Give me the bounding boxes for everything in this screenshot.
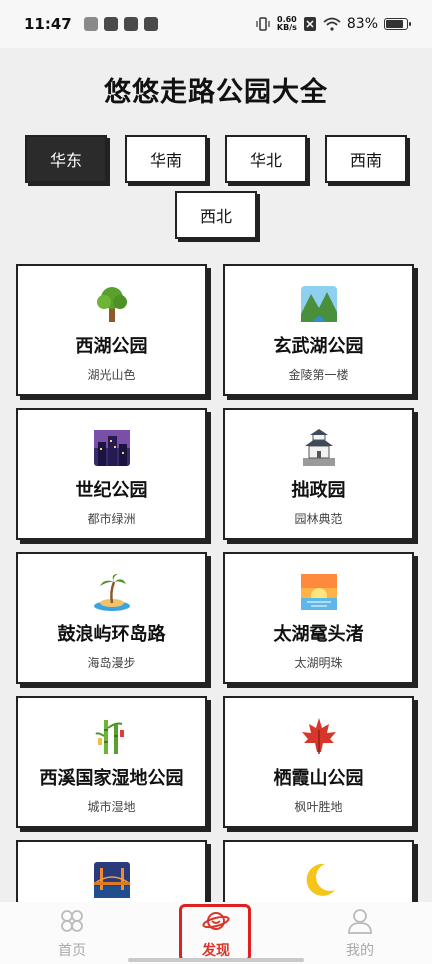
island-icon — [93, 574, 130, 611]
nav-mine[interactable]: 我的 — [320, 908, 400, 960]
park-card[interactable]: 世纪公园 都市绿洲 — [16, 408, 207, 540]
region-tabs: 华东 华南 华北 西南 西北 — [18, 135, 414, 239]
battery-icon — [384, 18, 411, 30]
park-card[interactable]: 太湖鼋头渚 太湖明珠 — [223, 552, 414, 684]
tree-icon — [96, 287, 127, 322]
lake-mountain-icon — [300, 286, 337, 322]
park-card[interactable]: 拙政园 园林典范 — [223, 408, 414, 540]
mail-notification-icon — [143, 17, 158, 31]
status-bar: 11:47 0.60 KB/s 83% — [0, 0, 432, 48]
link-notification-icon — [103, 17, 118, 31]
planet-icon — [202, 912, 230, 930]
park-grid: 西湖公园 湖光山色 玄武湖公园 金陵第一楼 世纪公园 都市绿洲 拙政园 园林典范… — [16, 264, 416, 964]
moon-icon — [306, 863, 335, 896]
park-subtitle: 太湖明珠 — [294, 656, 343, 670]
nav-home[interactable]: 首页 — [32, 908, 112, 960]
nav-home-label: 首页 — [58, 943, 86, 959]
park-name: 鼓浪屿环岛路 — [57, 624, 166, 645]
page-title: 悠悠走路公园大全 — [104, 77, 328, 108]
city-night-icon — [93, 430, 130, 466]
sunrise-icon — [300, 574, 337, 610]
bamboo-icon — [94, 720, 124, 754]
nav-mine-label: 我的 — [346, 943, 374, 959]
nav-discover-label: 发现 — [202, 943, 230, 959]
status-time: 11:47 — [24, 15, 72, 33]
park-name: 西溪国家湿地公园 — [39, 768, 184, 789]
park-subtitle: 都市绿洲 — [87, 512, 136, 526]
vibrate-icon — [256, 17, 270, 31]
park-name: 西湖公园 — [75, 336, 148, 357]
park-name: 拙政园 — [291, 480, 346, 501]
park-subtitle: 金陵第一楼 — [288, 368, 349, 382]
park-subtitle: 城市湿地 — [87, 800, 136, 814]
park-name: 太湖鼋头渚 — [273, 624, 364, 645]
park-name: 栖霞山公园 — [273, 768, 364, 789]
park-subtitle: 园林典范 — [294, 512, 343, 526]
region-tab-huanan[interactable]: 华南 — [125, 135, 207, 183]
user-icon — [348, 909, 372, 934]
region-tab-xibei[interactable]: 西北 — [175, 191, 257, 239]
network-speed: 0.60 KB/s — [276, 15, 297, 32]
castle-icon — [302, 429, 335, 466]
region-tab-xinan[interactable]: 西南 — [325, 135, 407, 183]
bottom-nav: 首页 发现 我的 — [0, 902, 432, 964]
park-subtitle: 枫叶胜地 — [294, 800, 343, 814]
home-indicator[interactable] — [128, 958, 304, 962]
park-card[interactable]: 栖霞山公园 枫叶胜地 — [223, 696, 414, 828]
maple-leaf-icon — [301, 718, 336, 754]
nav-discover[interactable]: 发现 — [176, 908, 256, 960]
park-subtitle: 海岛漫步 — [87, 656, 136, 670]
region-tab-huabei[interactable]: 华北 — [225, 135, 307, 183]
park-card[interactable]: 西溪国家湿地公园 城市湿地 — [16, 696, 207, 828]
park-name: 世纪公园 — [75, 480, 148, 501]
park-card[interactable]: 鼓浪屿环岛路 海岛漫步 — [16, 552, 207, 684]
park-subtitle: 湖光山色 — [87, 368, 136, 382]
app-notification-icon — [83, 17, 98, 31]
wifi-icon — [323, 17, 341, 31]
play-notification-icon — [123, 17, 138, 31]
bridge-night-icon — [93, 862, 130, 898]
region-tab-huadong[interactable]: 华东 — [25, 135, 107, 183]
park-card[interactable]: 玄武湖公园 金陵第一楼 — [223, 264, 414, 396]
park-name: 玄武湖公园 — [273, 336, 364, 357]
battery-percent: 83% — [346, 16, 378, 32]
home-grid-icon — [61, 910, 83, 932]
park-card[interactable]: 西湖公园 湖光山色 — [16, 264, 207, 396]
no-sim-icon — [303, 17, 316, 31]
